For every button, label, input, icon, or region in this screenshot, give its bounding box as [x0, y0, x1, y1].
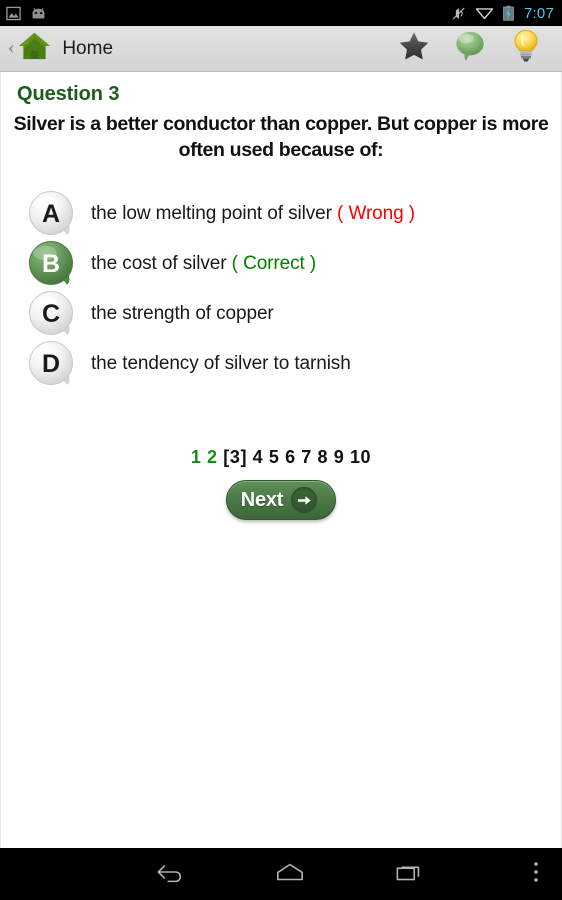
answer-option-a[interactable]: A the low melting point of silver ( Wron…	[25, 189, 561, 239]
android-head-icon	[30, 7, 47, 19]
next-button-wrap: Next	[1, 480, 561, 521]
nav-overflow-button[interactable]	[510, 848, 562, 900]
status-bar-notifications	[6, 6, 47, 21]
status-bar: 7:07	[0, 0, 562, 26]
pagination-current: [3]	[223, 447, 248, 468]
option-bubble-a[interactable]: A	[25, 189, 91, 239]
option-text-d: the tendency of silver to tarnish	[91, 353, 351, 375]
favorite-star-icon[interactable]	[398, 31, 430, 67]
favorite-star-button[interactable]	[386, 26, 442, 72]
answer-option-c[interactable]: C the strength of copper	[25, 289, 561, 339]
option-text-a: the low melting point of silver ( Wrong …	[91, 203, 415, 225]
option-letter-b: B	[42, 250, 60, 278]
next-button-label: Next	[240, 488, 284, 511]
nav-back-icon[interactable]	[155, 861, 185, 888]
option-verdict-a: ( Wrong )	[337, 203, 415, 225]
option-bubble-c[interactable]: C	[25, 289, 91, 339]
action-bar-home-button[interactable]: ‹ Home	[0, 31, 386, 66]
battery-charging-icon	[503, 5, 514, 21]
nav-recents-icon[interactable]	[395, 861, 425, 888]
question-text: Silver is a better conductor than copper…	[13, 113, 549, 161]
next-button[interactable]: Next	[226, 480, 336, 521]
option-label-b: the cost of silver	[91, 253, 227, 275]
wifi-icon	[475, 6, 494, 20]
hint-bulb-icon[interactable]	[513, 29, 539, 68]
nav-home-icon[interactable]	[275, 861, 305, 888]
home-icon[interactable]	[18, 31, 51, 66]
nav-back-button[interactable]	[110, 848, 230, 900]
answer-option-d[interactable]: D the tendency of silver to tarnish	[25, 339, 561, 389]
nav-overflow-icon[interactable]	[533, 860, 539, 889]
system-navigation-bar	[0, 848, 562, 900]
quiz-content: Question 3 Silver is a better conductor …	[0, 72, 562, 848]
comment-bubble-icon[interactable]	[453, 30, 487, 67]
pagination-visited[interactable]: 1 2	[191, 447, 218, 467]
device-screen: 7:07 ‹ Home Question 3 Silver is a bette…	[0, 0, 562, 900]
status-bar-clock: 7:07	[524, 4, 554, 22]
action-bar: ‹ Home	[0, 26, 562, 72]
option-label-a: the low melting point of silver	[91, 203, 332, 225]
option-label-d: the tendency of silver to tarnish	[91, 353, 351, 375]
pagination-upcoming[interactable]: 4 5 6 7 8 9 10	[253, 447, 372, 467]
option-bubble-d[interactable]: D	[25, 339, 91, 389]
status-bar-system: 7:07	[451, 5, 554, 22]
option-label-c: the strength of copper	[91, 303, 274, 325]
option-text-b: the cost of silver ( Correct )	[91, 253, 316, 275]
arrow-right-icon	[291, 487, 318, 514]
option-text-c: the strength of copper	[91, 303, 274, 325]
hint-bulb-button[interactable]	[498, 26, 554, 72]
option-bubble-b[interactable]: B	[25, 239, 91, 289]
option-letter-a: A	[42, 200, 60, 228]
option-verdict-b: ( Correct )	[231, 253, 317, 275]
nav-recents-button[interactable]	[350, 848, 470, 900]
answer-options-list: A the low melting point of silver ( Wron…	[1, 189, 561, 389]
answer-option-b[interactable]: B the cost of silver ( Correct )	[25, 239, 561, 289]
back-chevron-icon[interactable]: ‹	[6, 38, 18, 59]
nav-home-button[interactable]	[230, 848, 350, 900]
option-letter-c: C	[42, 300, 60, 328]
action-bar-title: Home	[62, 37, 114, 59]
option-letter-d: D	[42, 350, 60, 378]
photo-icon	[6, 6, 21, 21]
vibrate-off-icon	[451, 6, 466, 21]
question-number-label: Question 3	[17, 83, 120, 105]
comment-bubble-button[interactable]	[442, 26, 498, 72]
pagination: 1 2 [3] 4 5 6 7 8 9 10	[1, 447, 561, 468]
action-bar-actions	[386, 26, 562, 72]
